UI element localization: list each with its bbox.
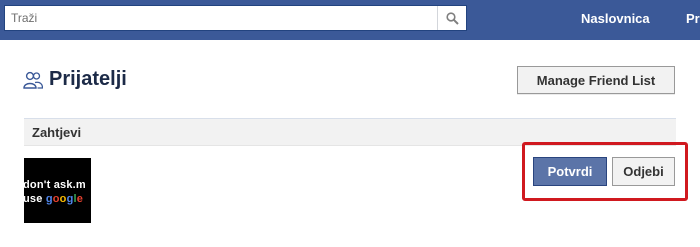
avatar-caption-line2: use google (24, 193, 83, 205)
nav-link-home[interactable]: Naslovnica (581, 11, 650, 26)
friends-icon (23, 71, 43, 89)
page-header: Prijatelji (23, 68, 127, 91)
search-input[interactable] (5, 6, 435, 30)
nav-link-profile[interactable]: Pr (686, 11, 700, 26)
avatar-caption-prefix: use (24, 193, 46, 205)
confirm-request-button[interactable]: Potvrdi (533, 157, 607, 186)
avatar-caption-brand: google (45, 193, 84, 205)
page-title: Prijatelji (49, 68, 127, 90)
avatar-caption-line1: don't ask.m (24, 179, 86, 191)
search-box (4, 5, 467, 31)
requests-section-title: Zahtjevi (32, 125, 82, 140)
friend-request-avatar[interactable]: don't ask.m use google (24, 158, 91, 223)
manage-friend-list-button[interactable]: Manage Friend List (517, 66, 675, 94)
reject-request-button[interactable]: Odjebi (612, 157, 675, 186)
search-button[interactable] (437, 6, 466, 30)
search-icon (445, 11, 459, 25)
top-navigation-bar: Naslovnica Pr (0, 0, 700, 40)
